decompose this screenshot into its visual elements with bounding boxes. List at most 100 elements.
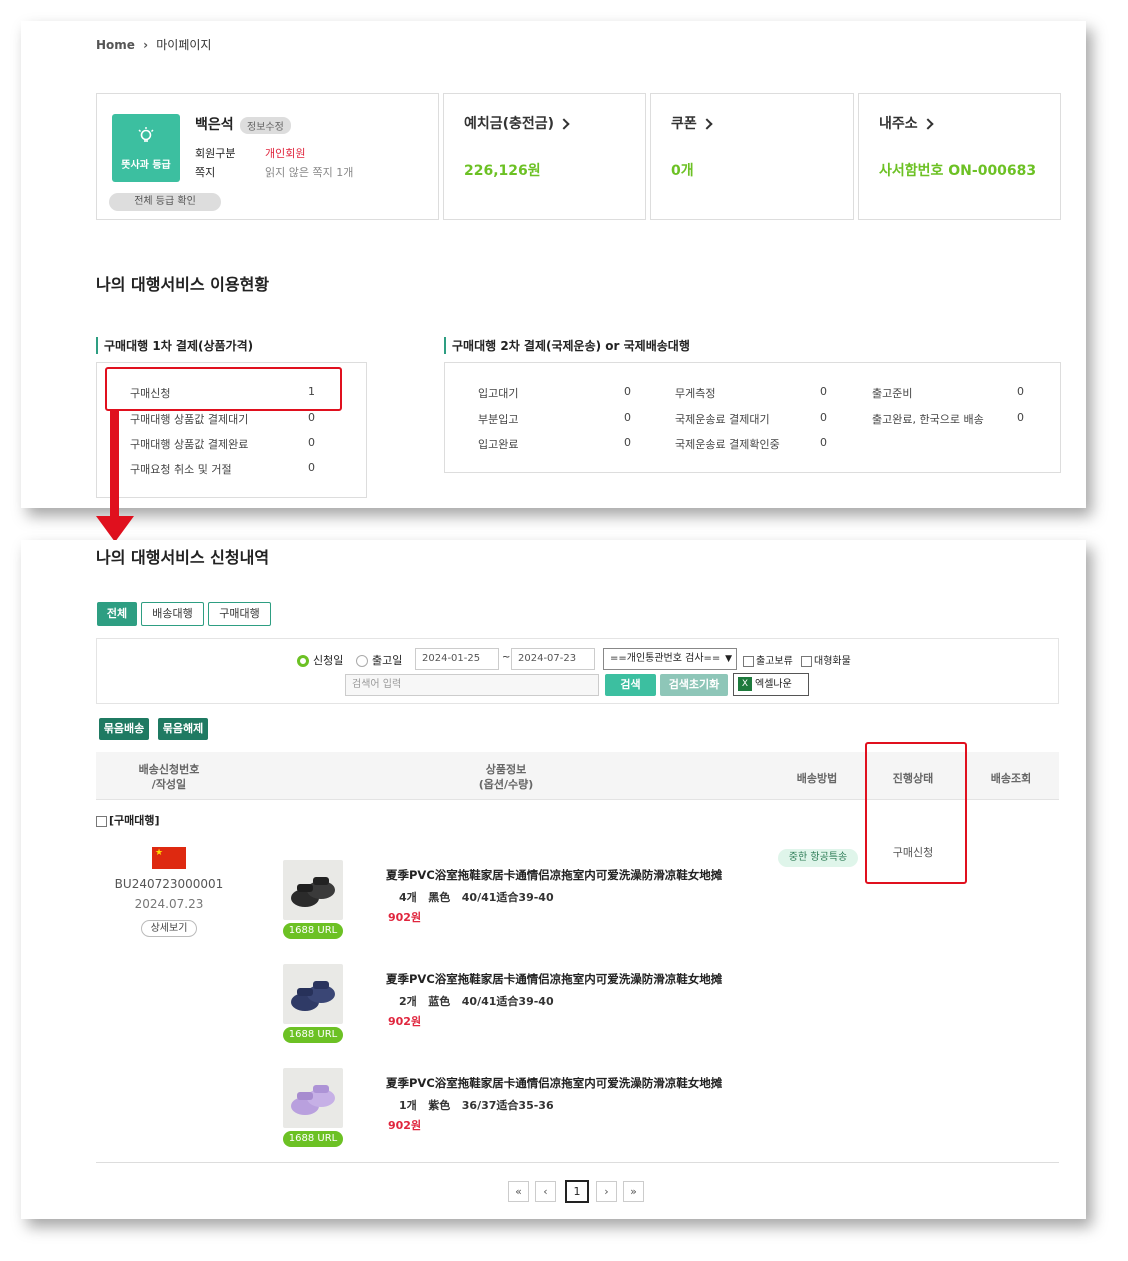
- note-label: 쪽지: [195, 166, 216, 179]
- search-input[interactable]: 검색어 입력: [345, 674, 599, 696]
- group-label: [구매대행]: [109, 814, 160, 827]
- bundle-ship-button[interactable]: 묶음배송: [99, 718, 149, 740]
- address-card[interactable]: 내주소 사서함번호 ON-000683: [858, 93, 1061, 220]
- page-prev-button[interactable]: ‹: [535, 1181, 556, 1202]
- date-separator: ~: [502, 652, 511, 663]
- checkbox-icon: [96, 815, 107, 827]
- row-label: 구매요청 취소 및 거절: [130, 463, 232, 476]
- tab-purchase[interactable]: 구매대행: [208, 602, 271, 626]
- excel-icon: X: [738, 677, 752, 691]
- item-size: 40/41适合39-40: [461, 995, 554, 1008]
- edit-profile-button[interactable]: 정보수정: [240, 117, 291, 134]
- member-type-value: 개인회원: [265, 147, 306, 160]
- highlight-box: [865, 742, 967, 884]
- search-button[interactable]: 검색: [605, 674, 656, 696]
- detail-button[interactable]: 상세보기: [141, 920, 197, 937]
- deposit-card[interactable]: 예치금(충전금) 226,126원: [443, 93, 646, 220]
- row-label: 입고완료: [478, 438, 519, 451]
- url-badge[interactable]: 1688 URL: [283, 923, 343, 939]
- row-label: 국제운송료 결제확인중: [675, 438, 780, 451]
- row-count[interactable]: 0: [308, 411, 315, 424]
- order-number: BU240723000001: [114, 877, 224, 891]
- flag-star: ★: [155, 848, 164, 858]
- url-badge[interactable]: 1688 URL: [283, 1131, 343, 1147]
- order-date: 2024.07.23: [134, 897, 204, 911]
- row-label: 구매대행 상품값 결제대기: [130, 413, 249, 426]
- row-label: 입고대기: [478, 387, 519, 400]
- group-checkbox[interactable]: [구매대행]: [96, 812, 160, 828]
- product-thumbnail[interactable]: [283, 1068, 343, 1128]
- grade-badge: 뜻사과 등급: [112, 114, 180, 182]
- product-thumbnail[interactable]: [283, 860, 343, 920]
- row-count[interactable]: 0: [624, 436, 631, 449]
- tab-shipping[interactable]: 배송대행: [141, 602, 204, 626]
- coupon-card[interactable]: 쿠폰 0개: [650, 93, 854, 220]
- row-label: 구매대행 상품값 결제완료: [130, 438, 249, 451]
- row-count[interactable]: 0: [1017, 411, 1024, 424]
- col-product-info: 상품정보 (옵션/수량): [478, 763, 534, 791]
- radio-ship-date[interactable]: 출고일: [356, 652, 402, 668]
- excel-label: 엑셀나운: [755, 679, 792, 690]
- page-last-button[interactable]: »: [623, 1181, 644, 1202]
- row-count[interactable]: 0: [624, 411, 631, 424]
- checkbox-large[interactable]: 대형화물: [801, 652, 851, 667]
- section2-title: 구매대행 2차 결제(국제운송) or 국제배송대행: [444, 337, 690, 354]
- row-count[interactable]: 0: [820, 385, 827, 398]
- row-label: 출고완료, 한국으로 배송: [872, 413, 984, 426]
- deposit-title: 예치금(충전금): [464, 116, 555, 132]
- date-from-input[interactable]: 2024-01-25: [415, 648, 499, 670]
- profile-card: 뜻사과 등급 백은석 정보수정 회원구분 개인회원 쪽지 읽지 않은 쪽지 1개…: [96, 93, 439, 220]
- row-count[interactable]: 0: [308, 461, 315, 474]
- user-name: 백은석: [195, 117, 234, 133]
- item-size: 40/41适合39-40: [461, 891, 554, 904]
- row-count[interactable]: 0: [820, 436, 827, 449]
- row-label: 무게측정: [675, 387, 716, 400]
- chevron-right-icon: [921, 118, 934, 130]
- item-qty: 4개: [399, 891, 417, 904]
- item-color: 蓝色: [428, 995, 451, 1008]
- address-value: 사서함번호 ON-000683: [879, 163, 1037, 179]
- highlight-box: [105, 367, 342, 411]
- checkbox-icon: [801, 655, 812, 667]
- row-count[interactable]: 0: [624, 385, 631, 398]
- reset-button[interactable]: 검색초기화: [660, 674, 728, 696]
- arrow-shaft: [110, 410, 119, 520]
- checkbox-large-label: 대형화물: [814, 656, 851, 667]
- page-next-button[interactable]: ›: [596, 1181, 617, 1202]
- shipping-method-badge: 중한 항공특송: [778, 849, 858, 867]
- product-thumbnail[interactable]: [283, 964, 343, 1024]
- china-flag-icon: ★: [152, 847, 186, 869]
- usage-title: 나의 대행서비스 이용현황: [96, 275, 270, 294]
- checkbox-hold[interactable]: 출고보류: [743, 652, 793, 667]
- customs-select[interactable]: ==개인통관번호 검사== ▼: [603, 648, 737, 670]
- bundle-release-button[interactable]: 묶음해제: [158, 718, 208, 740]
- excel-download-button[interactable]: X 엑셀나운: [733, 673, 809, 696]
- coupon-value: 0개: [671, 163, 694, 179]
- item-qty: 2개: [399, 995, 417, 1008]
- row-count[interactable]: 0: [308, 436, 315, 449]
- all-grade-button[interactable]: 전체 등급 확인: [109, 193, 221, 211]
- date-to-input[interactable]: 2024-07-23: [511, 648, 595, 670]
- slipper-icon: [291, 1085, 335, 1115]
- item-title: 夏季PVC浴室拖鞋家居卡通情侣凉拖室内可爱洗澡防滑凉鞋女地摊: [386, 868, 723, 882]
- slipper-icon: [291, 981, 335, 1011]
- page-first-button[interactable]: «: [508, 1181, 529, 1202]
- col-order-number: 배송신청번호 /작성일: [138, 763, 200, 791]
- row-count[interactable]: 0: [820, 411, 827, 424]
- tab-all[interactable]: 전체: [97, 602, 137, 626]
- radio-apply-date[interactable]: 신청일: [297, 652, 343, 668]
- item-price: 902원: [388, 1119, 422, 1132]
- note-value[interactable]: 읽지 않은 쪽지 1개: [265, 164, 353, 180]
- chevron-right-icon: [558, 118, 570, 130]
- chevron-right-icon: [701, 118, 713, 130]
- url-badge[interactable]: 1688 URL: [283, 1027, 343, 1043]
- page-current[interactable]: 1: [565, 1180, 589, 1203]
- row-count[interactable]: 0: [1017, 385, 1024, 398]
- mypage-summary-panel: Home › 마이페이지 뜻사과 등급 백은석 정보수정 회원구분 개인회원 쪽…: [21, 21, 1086, 508]
- lightbulb-icon: [138, 127, 154, 142]
- col-shipping-method: 배송방법: [796, 772, 838, 785]
- chevron-down-icon: ▼: [725, 654, 732, 664]
- section1-title: 구매대행 1차 결제(상품가격): [96, 337, 253, 354]
- coupon-title: 쿠폰: [671, 116, 697, 132]
- breadcrumb-home[interactable]: Home: [96, 38, 135, 52]
